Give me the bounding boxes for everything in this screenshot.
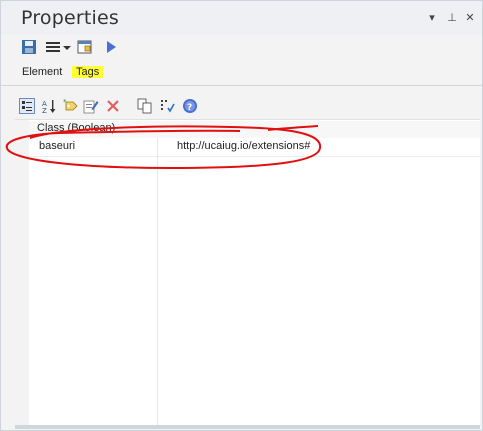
help-icon[interactable]: ?: [182, 98, 198, 114]
tag-value-cell[interactable]: http://ucaiug.io/extensions#: [177, 140, 310, 152]
group-label: Class (Boolean): [37, 122, 116, 134]
save-icon[interactable]: [21, 39, 37, 55]
menu-icon[interactable]: [45, 39, 61, 55]
properties-window: Properties ▾ ⊥ ✕ Element Tags A Z * ? Cl…: [0, 0, 483, 431]
settings-icon[interactable]: [159, 98, 175, 114]
svg-text:*: *: [63, 98, 67, 106]
edit-icon[interactable]: [83, 98, 99, 114]
pin-icon[interactable]: ⊥: [445, 11, 459, 25]
row-gutter: [15, 120, 29, 426]
tags-toolbar: A Z * ?: [19, 98, 219, 116]
categorized-icon[interactable]: [19, 98, 35, 114]
table-row[interactable]: baseuri http://ucaiug.io/extensions#: [29, 138, 480, 157]
svg-text:?: ?: [187, 103, 192, 113]
dropdown-caret-icon[interactable]: [62, 39, 72, 55]
group-header-row[interactable]: Class (Boolean): [29, 121, 480, 138]
copy-icon[interactable]: [137, 98, 153, 114]
play-icon[interactable]: [103, 39, 119, 55]
svg-text:Z: Z: [42, 107, 47, 114]
window-title: Properties: [21, 7, 120, 29]
delete-icon[interactable]: [105, 98, 121, 114]
title-bar: Properties ▾ ⊥ ✕: [1, 1, 482, 35]
main-toolbar: [15, 39, 215, 57]
column-divider[interactable]: [157, 138, 158, 426]
tab-tags[interactable]: Tags: [72, 66, 104, 78]
tab-divider: [1, 85, 482, 86]
sort-az-icon[interactable]: A Z: [41, 98, 57, 114]
window-icon[interactable]: [77, 39, 93, 55]
tab-element[interactable]: Element: [22, 66, 62, 78]
new-tag-icon[interactable]: *: [63, 98, 79, 114]
tags-grid: Class (Boolean) baseuri http://ucaiug.io…: [15, 119, 480, 426]
tab-strip: Element Tags: [1, 63, 482, 85]
tag-name-cell[interactable]: baseuri: [39, 140, 75, 152]
close-icon[interactable]: ✕: [463, 11, 477, 25]
dropdown-arrow-icon[interactable]: ▾: [425, 11, 439, 25]
horizontal-scrollbar[interactable]: [15, 425, 480, 429]
